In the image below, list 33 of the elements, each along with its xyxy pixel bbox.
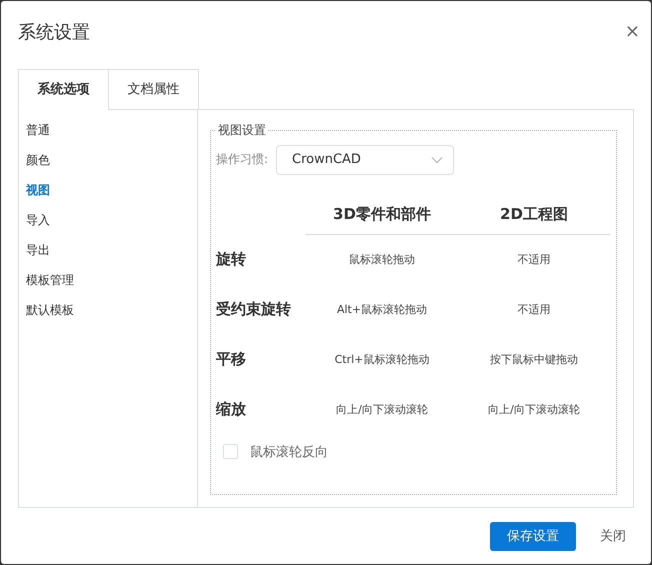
group-legend: 视图设置 bbox=[216, 122, 268, 139]
action-label: 平移 bbox=[216, 350, 247, 370]
sidebar-item[interactable]: 导入 bbox=[19, 204, 197, 235]
table-cell-text: 不适用 bbox=[516, 302, 552, 318]
table-cell-text: 鼠标滚轮拖动 bbox=[348, 252, 416, 268]
column-header: 2D工程图 bbox=[458, 194, 610, 236]
table-cell-text: Alt+鼠标滚轮拖动 bbox=[336, 302, 428, 318]
table-cell-text: Ctrl+鼠标滚轮拖动 bbox=[334, 352, 430, 368]
sidebar-item[interactable]: 导出 bbox=[19, 234, 197, 265]
sidebar-item[interactable]: 颜色 bbox=[19, 144, 197, 175]
action-label: 旋转 bbox=[216, 250, 247, 270]
checkbox[interactable] bbox=[223, 444, 238, 460]
column-header: 3D零件和部件 bbox=[306, 194, 458, 236]
sidebar-item[interactable]: 普通 bbox=[19, 114, 197, 145]
sidebar-item[interactable]: 默认模板 bbox=[19, 294, 197, 325]
close-button[interactable]: × bbox=[622, 21, 642, 42]
sidebar-item[interactable]: 视图 bbox=[19, 174, 197, 205]
sidebar-item[interactable]: 模板管理 bbox=[19, 264, 197, 295]
tab[interactable]: 系统选项 bbox=[18, 68, 109, 110]
action-label: 受约束旋转 bbox=[216, 300, 292, 320]
table-cell-text: 不适用 bbox=[516, 252, 552, 268]
dialog-title: 系统设置 bbox=[18, 20, 90, 44]
tab[interactable]: 文档属性 bbox=[108, 68, 199, 110]
table-cell-text: 按下鼠标中键拖动 bbox=[489, 352, 579, 368]
save-button[interactable]: 保存设置 bbox=[490, 522, 576, 551]
action-label: 缩放 bbox=[216, 400, 247, 420]
caret-icon bbox=[431, 156, 443, 164]
field-label: 操作习惯: bbox=[216, 151, 270, 168]
close-text-button[interactable]: 关闭 bbox=[598, 527, 634, 546]
table-cell-text: 向上/向下滚动滚轮 bbox=[335, 402, 429, 418]
habit-select[interactable]: CrownCAD bbox=[276, 144, 454, 175]
table-cell-text: 向上/向下滚动滚轮 bbox=[487, 402, 581, 418]
checkbox-label: 鼠标滚轮反向 bbox=[250, 444, 328, 461]
